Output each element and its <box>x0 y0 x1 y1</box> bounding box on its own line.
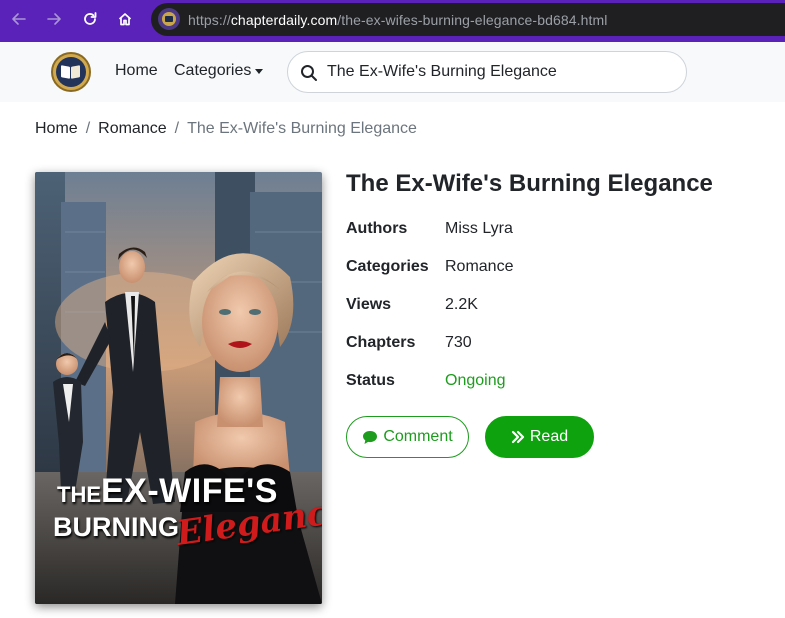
search-icon[interactable] <box>300 64 318 82</box>
breadcrumb-romance[interactable]: Romance <box>98 120 166 138</box>
meta-label: Status <box>346 372 395 389</box>
author-link[interactable]: Miss Lyra <box>445 220 513 238</box>
views-value: 2.2K <box>445 296 478 313</box>
status-value: Ongoing <box>445 372 506 389</box>
category-link[interactable]: Romance <box>445 258 513 276</box>
reload-button[interactable] <box>78 7 102 31</box>
site-logo[interactable] <box>51 52 91 92</box>
meta-label: Categories <box>346 258 429 275</box>
breadcrumb-current: The Ex-Wife's Burning Elegance <box>187 120 417 137</box>
search-box[interactable] <box>287 51 687 93</box>
comment-icon <box>363 430 378 444</box>
nav-categories-label: Categories <box>174 62 252 79</box>
url-prefix: https:// <box>188 12 231 28</box>
back-button[interactable] <box>7 7 31 31</box>
arrow-left-icon <box>12 13 26 25</box>
breadcrumb-separator: / <box>174 120 180 137</box>
meta-label: Chapters <box>346 334 416 351</box>
home-button[interactable] <box>113 7 137 31</box>
browser-toolbar: https://chapterdaily.com/the-ex-wifes-bu… <box>0 0 785 42</box>
site-navbar: Home Categories <box>0 42 785 102</box>
reload-icon <box>84 12 97 25</box>
book-logo-icon <box>56 57 86 87</box>
book-cover[interactable]: THEEX-WIFE'S BURNING Elegance <box>35 172 322 604</box>
breadcrumb-home[interactable]: Home <box>35 120 78 138</box>
nav-categories-dropdown[interactable]: Categories <box>174 62 264 80</box>
read-label: Read <box>529 428 569 445</box>
meta-label: Authors <box>346 220 408 237</box>
double-chevron-right-icon <box>511 430 524 444</box>
breadcrumb-separator: / <box>85 120 91 137</box>
meta-label: Views <box>346 296 392 313</box>
address-bar[interactable]: https://chapterdaily.com/the-ex-wifes-bu… <box>151 3 785 36</box>
caret-down-icon <box>255 69 264 74</box>
arrow-right-icon <box>47 13 61 25</box>
url-host: chapterdaily.com <box>230 12 338 28</box>
breadcrumb: Home / Romance / The Ex-Wife's Burning E… <box>35 120 417 138</box>
home-icon <box>118 13 132 26</box>
comment-label: Comment <box>383 428 453 445</box>
book-title: The Ex-Wife's Burning Elegance <box>346 170 713 197</box>
forward-button[interactable] <box>42 7 66 31</box>
search-input[interactable] <box>327 52 667 92</box>
site-favicon-icon[interactable] <box>158 8 180 30</box>
url-text[interactable]: https://chapterdaily.com/the-ex-wifes-bu… <box>188 12 607 28</box>
nav-home-link[interactable]: Home <box>115 62 158 80</box>
cover-title-the: THE <box>57 482 101 507</box>
cover-title-burning: BURNING <box>53 512 179 542</box>
url-path: /the-ex-wifes-burning-elegance-bd684.htm… <box>337 12 608 28</box>
chapters-value: 730 <box>445 334 472 351</box>
comment-button[interactable]: Comment <box>346 416 469 458</box>
read-button[interactable]: Read <box>485 416 594 458</box>
